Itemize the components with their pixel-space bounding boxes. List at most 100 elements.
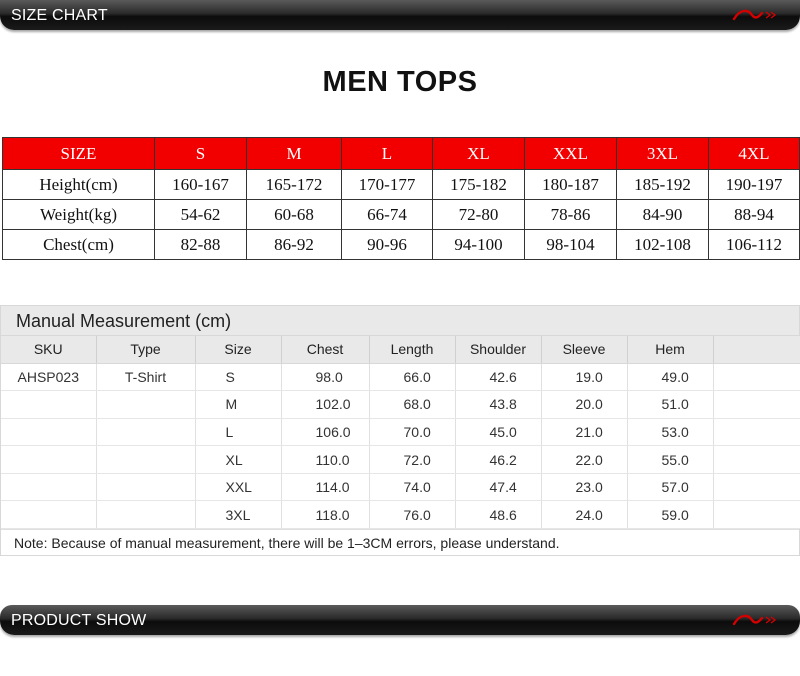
table-cell: 55.0: [627, 445, 714, 474]
table-cell: 20.0: [541, 390, 628, 419]
table-cell: 180-187: [524, 169, 617, 200]
table-cell: [96, 500, 196, 530]
table-cell: [96, 418, 196, 447]
table-cell: 106.0: [281, 418, 370, 447]
table-cell: 165-172: [246, 169, 342, 200]
table-cell: 48.6: [455, 500, 542, 530]
table-cell: 185-192: [616, 169, 709, 200]
li-ning-logo-icon: [732, 9, 777, 21]
table-cell: 90-96: [341, 229, 433, 260]
product-show-header-bar: PRODUCT SHOW: [0, 605, 800, 635]
manual-measurement-panel: Manual Measurement (cm) SKU Type Size Ch…: [0, 305, 800, 556]
table-cell: 46.2: [455, 445, 542, 474]
table-cell: 88-94: [708, 199, 800, 230]
table-cell: 47.4: [455, 473, 542, 502]
table-cell: 74.0: [369, 473, 456, 502]
table-cell: 3XL: [195, 500, 282, 530]
size-column-header: XL: [432, 137, 525, 170]
li-ning-logo-icon: [732, 614, 777, 626]
table-cell: 110.0: [281, 445, 370, 474]
table-cell: 60-68: [246, 199, 342, 230]
table-cell: 82-88: [154, 229, 247, 260]
table-cell: 45.0: [455, 418, 542, 447]
size-column-header: L: [341, 137, 433, 170]
table-cell: 43.8: [455, 390, 542, 419]
table-row: XL 110.0 72.0 46.2 22.0 55.0: [1, 445, 800, 474]
table-cell: 102-108: [616, 229, 709, 260]
row-label: Weight(kg): [2, 199, 155, 230]
table-row: AHSP023 T-Shirt S 98.0 66.0 42.6 19.0 49…: [1, 363, 800, 392]
table-cell: 160-167: [154, 169, 247, 200]
table-cell: 54-62: [154, 199, 247, 230]
table-cell: 66.0: [369, 363, 456, 392]
table-cell: 72-80: [432, 199, 525, 230]
table-cell: S: [195, 363, 282, 392]
column-header-length: Length: [369, 336, 456, 364]
table-cell: 57.0: [627, 473, 714, 502]
table-cell: T-Shirt: [96, 363, 196, 392]
table-cell: 84-90: [616, 199, 709, 230]
table-cell: [713, 445, 800, 474]
size-chart-table: SIZE S M L XL XXL 3XL 4XL Height(cm) 160…: [2, 137, 800, 260]
column-header-chest: Chest: [281, 336, 370, 364]
table-cell: 70.0: [369, 418, 456, 447]
table-cell: [1, 418, 97, 447]
table-cell: 102.0: [281, 390, 370, 419]
table-cell: [713, 500, 800, 530]
table-cell: 175-182: [432, 169, 525, 200]
table-cell: 51.0: [627, 390, 714, 419]
product-show-header-label: PRODUCT SHOW: [11, 612, 147, 629]
table-row: M 102.0 68.0 43.8 20.0 51.0: [1, 390, 800, 419]
table-cell: 114.0: [281, 473, 370, 502]
size-chart-header-label: SIZE CHART: [11, 7, 108, 24]
table-cell: M: [195, 390, 282, 419]
manual-measurement-table: SKU Type Size Chest Length Shoulder Slee…: [1, 336, 800, 530]
table-cell: XXL: [195, 473, 282, 502]
size-column-header: SIZE: [2, 137, 155, 170]
column-header-empty: [713, 336, 800, 364]
table-cell: [96, 473, 196, 502]
table-row: 3XL 118.0 76.0 48.6 24.0 59.0: [1, 500, 800, 530]
table-cell: 66-74: [341, 199, 433, 230]
measurement-note: Note: Because of manual measurement, the…: [1, 529, 799, 555]
size-chart-header-bar: SIZE CHART: [0, 0, 800, 30]
size-chart-header-row: SIZE S M L XL XXL 3XL 4XL: [2, 137, 800, 170]
table-cell: [96, 390, 196, 419]
row-label: Height(cm): [2, 169, 155, 200]
table-row: Chest(cm) 82-88 86-92 90-96 94-100 98-10…: [2, 229, 800, 260]
table-cell: 76.0: [369, 500, 456, 530]
table-cell: 106-112: [708, 229, 800, 260]
column-header-type: Type: [96, 336, 196, 364]
column-header-sleeve: Sleeve: [541, 336, 628, 364]
table-row: Height(cm) 160-167 165-172 170-177 175-1…: [2, 169, 800, 200]
table-cell: 190-197: [708, 169, 800, 200]
table-cell: 49.0: [627, 363, 714, 392]
manual-measurement-title: Manual Measurement (cm): [1, 306, 799, 336]
table-row: XXL 114.0 74.0 47.4 23.0 57.0: [1, 473, 800, 502]
table-cell: XL: [195, 445, 282, 474]
size-column-header: S: [154, 137, 247, 170]
column-header-hem: Hem: [627, 336, 714, 364]
table-cell: [713, 363, 800, 392]
table-cell: [1, 445, 97, 474]
row-label: Chest(cm): [2, 229, 155, 260]
size-column-header: XXL: [524, 137, 617, 170]
table-cell: 23.0: [541, 473, 628, 502]
column-header-shoulder: Shoulder: [455, 336, 542, 364]
size-column-header: M: [246, 137, 342, 170]
table-cell: 170-177: [341, 169, 433, 200]
table-cell: 78-86: [524, 199, 617, 230]
table-cell: 42.6: [455, 363, 542, 392]
table-cell: [96, 445, 196, 474]
table-cell: [1, 473, 97, 502]
table-cell: AHSP023: [1, 363, 97, 392]
table-cell: 53.0: [627, 418, 714, 447]
table-cell: 86-92: [246, 229, 342, 260]
table-cell: 94-100: [432, 229, 525, 260]
table-cell: 98-104: [524, 229, 617, 260]
table-cell: 118.0: [281, 500, 370, 530]
column-header-size: Size: [195, 336, 282, 364]
table-cell: 22.0: [541, 445, 628, 474]
table-row: Weight(kg) 54-62 60-68 66-74 72-80 78-86…: [2, 199, 800, 230]
column-header-sku: SKU: [1, 336, 97, 364]
